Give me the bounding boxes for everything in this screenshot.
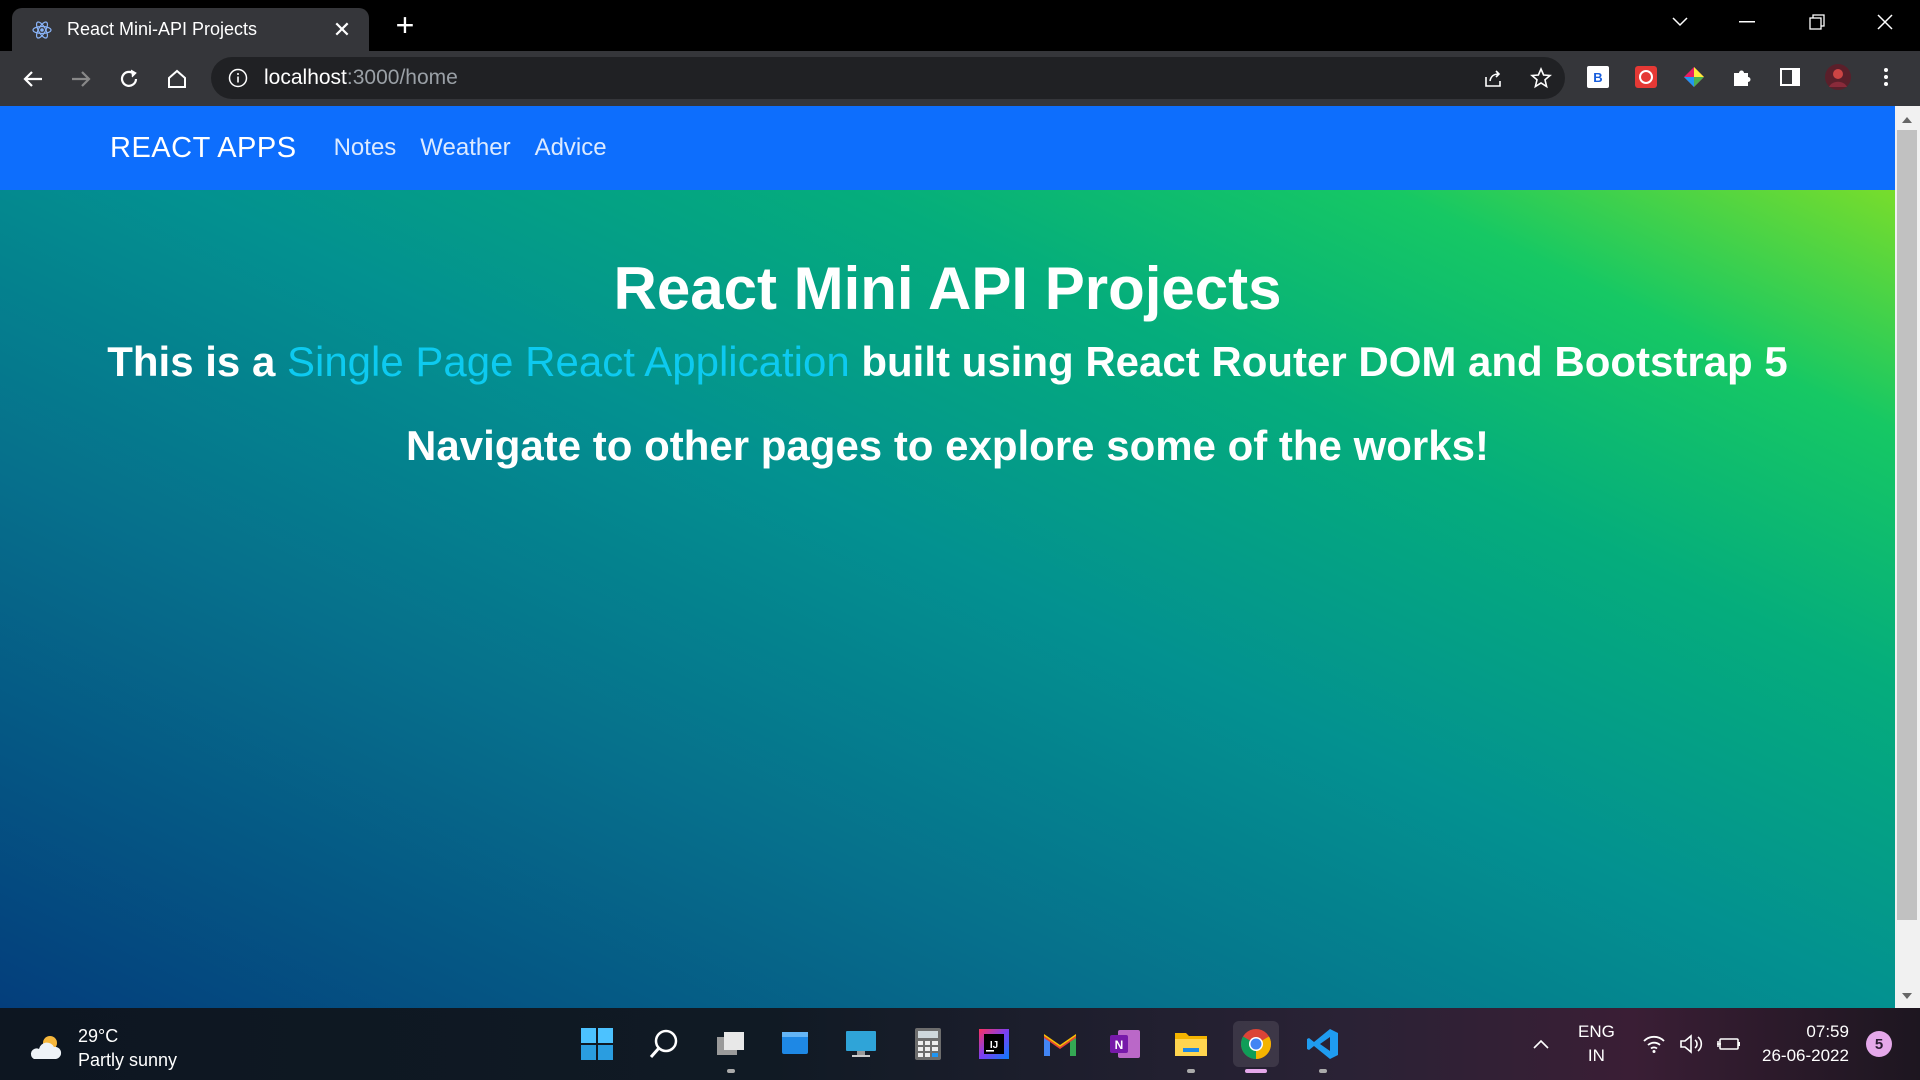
intellij-icon[interactable]: IJ: [971, 1021, 1017, 1067]
bookmark-star-icon[interactable]: [1527, 64, 1555, 92]
extension-red-icon[interactable]: [1632, 63, 1660, 91]
new-tab-button[interactable]: +: [390, 9, 420, 41]
vscode-icon[interactable]: [1300, 1021, 1346, 1073]
tab-title: React Mini-API Projects: [67, 19, 258, 39]
navbar: REACT APPS Notes Weather Advice: [0, 106, 1895, 190]
show-hidden-icons[interactable]: [1532, 1008, 1550, 1080]
navbar-brand[interactable]: REACT APPS: [110, 132, 297, 165]
puzzle-icon[interactable]: [1728, 63, 1756, 91]
onenote-icon[interactable]: N: [1102, 1021, 1148, 1067]
svg-text:B: B: [1593, 70, 1602, 85]
notification-badge: 5: [1866, 1031, 1892, 1057]
taskbar: 29°C Partly sunny IJ N ENG IN 07:59 26-0…: [0, 1008, 1920, 1080]
weather-temp: 29°C: [78, 1026, 119, 1046]
tab-close-icon[interactable]: ✕: [327, 17, 357, 43]
back-button[interactable]: [17, 63, 49, 95]
task-view-icon[interactable]: [708, 1021, 754, 1073]
page-content: REACT APPS Notes Weather Advice React Mi…: [0, 106, 1895, 1008]
file-explorer-indicator: [1187, 1069, 1195, 1073]
calculator-icon[interactable]: [905, 1021, 951, 1067]
lang-code: ENG: [1578, 1022, 1615, 1041]
svg-text:IJ: IJ: [990, 1040, 998, 1051]
language-indicator[interactable]: ENG IN: [1578, 1008, 1615, 1080]
restore-button[interactable]: [1787, 0, 1847, 44]
reload-button[interactable]: [113, 63, 145, 95]
chrome-icon[interactable]: [1233, 1021, 1279, 1073]
clock[interactable]: 07:59 26-06-2022: [1762, 1008, 1849, 1080]
forward-button[interactable]: [65, 63, 97, 95]
widgets-icon[interactable]: [772, 1021, 818, 1067]
lang-region: IN: [1587, 1046, 1605, 1065]
battery-icon[interactable]: [1716, 1008, 1742, 1080]
nav-link-advice[interactable]: Advice: [535, 134, 607, 162]
task-view-indicator: [727, 1069, 735, 1073]
browser-tab[interactable]: React Mini-API Projects ✕: [12, 8, 369, 51]
wifi-icon[interactable]: [1643, 1008, 1665, 1080]
nav-link-weather[interactable]: Weather: [420, 134, 510, 162]
start-icon[interactable]: [574, 1021, 620, 1067]
page-subtitle: This is a Single Page React Application …: [107, 338, 1788, 385]
svg-text:N: N: [1115, 1038, 1124, 1052]
gmail-icon[interactable]: [1037, 1021, 1083, 1067]
minimize-button[interactable]: [1717, 0, 1777, 44]
color-picker-icon[interactable]: [1680, 63, 1708, 91]
menu-icon[interactable]: [1872, 63, 1900, 91]
scrollbar-thumb[interactable]: [1897, 130, 1917, 920]
tab-search-icon[interactable]: [1650, 0, 1710, 44]
notification-center[interactable]: 5: [1866, 1008, 1892, 1080]
share-icon[interactable]: [1479, 64, 1507, 92]
sidebar-icon[interactable]: [1776, 63, 1804, 91]
browser-titlebar: React Mini-API Projects ✕ +: [0, 0, 1920, 51]
browser-toolbar: localhost:3000/home B: [0, 51, 1920, 106]
remote-desktop-icon[interactable]: [838, 1021, 884, 1067]
site-info-icon[interactable]: [226, 66, 250, 90]
scroll-down-icon[interactable]: [1897, 986, 1917, 1006]
file-explorer-icon[interactable]: [1168, 1021, 1214, 1073]
navigate-message: Navigate to other pages to explore some …: [406, 422, 1489, 469]
react-icon: [32, 20, 52, 40]
volume-icon[interactable]: [1679, 1008, 1705, 1080]
subtitle-highlight: Single Page React Application: [286, 338, 850, 385]
close-window-button[interactable]: [1855, 0, 1915, 44]
url-text: localhost:3000/home: [264, 66, 458, 89]
home-button[interactable]: [161, 63, 193, 95]
chrome-indicator: [1245, 1069, 1267, 1073]
weather-desc: Partly sunny: [78, 1050, 178, 1070]
scroll-up-icon[interactable]: [1897, 110, 1917, 130]
weather-widget[interactable]: 29°C Partly sunny: [28, 1024, 177, 1072]
address-bar[interactable]: localhost:3000/home: [211, 57, 1565, 99]
partly-sunny-icon: [30, 1036, 62, 1059]
nav-link-notes[interactable]: Notes: [334, 134, 397, 162]
vscode-indicator: [1319, 1069, 1327, 1073]
clock-time: 07:59: [1806, 1022, 1849, 1041]
search-icon[interactable]: [641, 1021, 687, 1067]
profile-avatar[interactable]: [1824, 63, 1852, 91]
clock-date: 26-06-2022: [1762, 1046, 1849, 1065]
bitwarden-icon[interactable]: B: [1584, 63, 1612, 91]
page-title: React Mini API Projects: [613, 255, 1282, 322]
